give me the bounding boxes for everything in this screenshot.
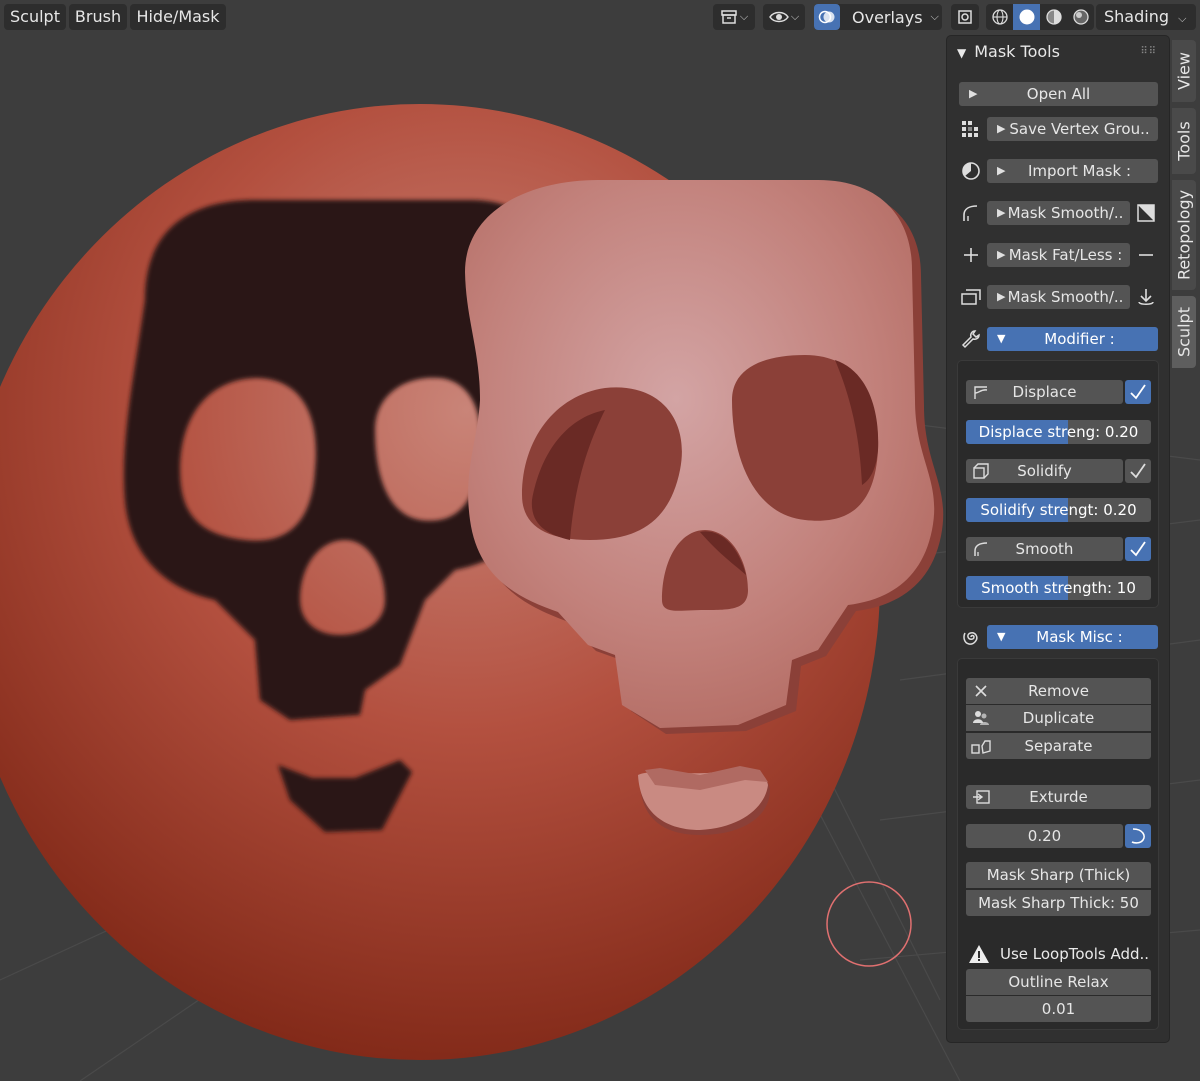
solidify-button[interactable]: Solidify — [966, 459, 1123, 483]
mask-sharp-thick-field[interactable]: Mask Sharp Thick: 50 — [966, 890, 1151, 916]
open-all-button[interactable]: ▶ Open All — [959, 82, 1158, 106]
close-icon — [969, 679, 993, 703]
checkmark-icon — [1130, 384, 1146, 400]
curve-icon — [969, 537, 993, 561]
xray-toggle-button[interactable] — [951, 4, 979, 30]
mask-fat-less-section[interactable]: ▶ Mask Fat/Less : — [987, 243, 1130, 267]
smooth-checkbox[interactable] — [1125, 537, 1151, 561]
solidify-icon — [969, 459, 993, 483]
rendered-sphere-icon — [1072, 9, 1089, 25]
object-type-visibility-button[interactable]: ⌵ — [713, 4, 755, 30]
chevron-down-icon: ⌵ — [739, 10, 749, 23]
vertex-group-icon — [959, 117, 983, 141]
curve-icon — [959, 201, 983, 225]
import-mask-section[interactable]: ▶ Import Mask : — [987, 159, 1158, 183]
mask-layer-icon — [959, 285, 983, 309]
exturde-button[interactable]: Exturde — [966, 785, 1151, 809]
shading-dropdown[interactable]: Shading ⌵ — [1096, 4, 1196, 30]
box-icon — [721, 10, 737, 24]
chevron-down-icon: ⌵ — [1178, 12, 1187, 25]
extrude-curve-toggle[interactable] — [1125, 824, 1151, 848]
spiral-icon — [959, 625, 983, 649]
modifier-section-header[interactable]: ▼ Modifier : — [987, 327, 1158, 351]
warning-icon — [969, 945, 989, 963]
tab-tools[interactable]: Tools — [1172, 108, 1196, 174]
gizmo-toggle-button[interactable]: ⌵ — [763, 4, 805, 30]
displace-button[interactable]: Displace — [966, 380, 1123, 404]
material-sphere-icon — [1045, 9, 1062, 25]
expand-triangle-icon: ▶ — [997, 290, 1006, 303]
3d-viewport[interactable]: Sculpt Brush Hide/Mask ⌵ ⌵ Overlays ⌵ Sh… — [0, 0, 1200, 1081]
save-vertex-group-section[interactable]: ▶ Save Vertex Grou.. — [987, 117, 1158, 141]
checkmark-icon — [1130, 463, 1146, 479]
displace-icon — [969, 380, 993, 404]
brush-cursor — [826, 881, 912, 967]
drag-grip-icon[interactable]: ⠿⠿ — [1140, 46, 1157, 57]
displace-checkbox[interactable] — [1125, 380, 1151, 404]
collapse-triangle-icon: ▼ — [997, 332, 1006, 345]
solidify-strength-slider[interactable]: Solidify strengt: 0.20 — [966, 498, 1151, 522]
overlays-icon — [818, 10, 835, 24]
tab-retopology[interactable]: Retopology — [1172, 180, 1196, 290]
hide-mask-menu[interactable]: Hide/Mask — [130, 4, 226, 30]
smooth-button[interactable]: Smooth — [966, 537, 1123, 561]
expand-triangle-icon: ▶ — [997, 248, 1006, 261]
overlays-toggle[interactable] — [814, 4, 840, 30]
remove-button[interactable]: Remove — [966, 678, 1151, 704]
tab-view[interactable]: View — [1172, 40, 1196, 102]
mask-sharp-thick-button[interactable]: Mask Sharp (Thick) — [966, 862, 1151, 888]
sharpen-icon[interactable] — [1134, 201, 1158, 225]
overlays-label: Overlays — [852, 7, 923, 27]
shading-mode-group — [986, 4, 1094, 30]
separate-button[interactable]: Separate — [966, 733, 1151, 759]
eye-arrow-icon — [768, 11, 789, 23]
mask-misc-section-header[interactable]: ▼ Mask Misc : — [987, 625, 1158, 649]
expand-triangle-icon: ▶ — [997, 164, 1006, 177]
collapse-triangle-icon: ▼ — [957, 46, 967, 60]
chevron-down-icon: ⌵ — [790, 10, 800, 23]
panel-title: Mask Tools — [974, 42, 1060, 61]
sculpt-menu[interactable]: Sculpt — [4, 4, 66, 30]
separate-icon — [969, 734, 993, 758]
wrench-icon — [959, 327, 983, 351]
chevron-down-icon: ⌵ — [930, 10, 939, 23]
mask-smooth-section-2[interactable]: ▶ Mask Smooth/.. — [987, 285, 1130, 309]
apply-down-icon[interactable] — [1134, 285, 1158, 309]
panel-header[interactable]: ▼ Mask Tools — [957, 42, 1060, 61]
brush-menu[interactable]: Brush — [69, 4, 127, 30]
duplicate-button[interactable]: Duplicate — [966, 705, 1151, 731]
solidify-checkbox[interactable] — [1125, 459, 1151, 483]
extrude-value-field[interactable]: 0.20 — [966, 824, 1123, 848]
displace-strength-slider[interactable]: Displace streng: 0.20 — [966, 420, 1151, 444]
wireframe-shading-button[interactable] — [986, 4, 1013, 30]
checkmark-icon — [1130, 541, 1146, 557]
mask-import-icon — [959, 159, 983, 183]
looptools-warning: Use LoopTools Add.. — [968, 942, 1158, 966]
tab-sculpt[interactable]: Sculpt — [1172, 296, 1196, 368]
expand-triangle-icon: ▶ — [997, 122, 1006, 135]
material-shading-button[interactable] — [1040, 4, 1067, 30]
xray-icon — [958, 10, 972, 24]
solid-shading-button[interactable] — [1013, 4, 1040, 30]
mask-smooth-section-1[interactable]: ▶ Mask Smooth/.. — [987, 201, 1130, 225]
expand-triangle-icon: ▶ — [969, 87, 978, 100]
curve-arc-icon — [1131, 828, 1145, 844]
expand-triangle-icon: ▶ — [997, 206, 1006, 219]
extrude-icon — [969, 785, 993, 809]
outline-relax-value-field[interactable]: 0.01 — [966, 996, 1151, 1022]
plus-icon[interactable] — [959, 243, 983, 267]
smooth-strength-slider[interactable]: Smooth strength: 10 — [966, 576, 1151, 600]
overlays-dropdown[interactable]: Overlays ⌵ — [814, 4, 942, 30]
solid-sphere-icon — [1019, 9, 1034, 25]
collapse-triangle-icon: ▼ — [997, 630, 1006, 643]
outline-relax-button[interactable]: Outline Relax — [966, 969, 1151, 995]
rendered-shading-button[interactable] — [1067, 4, 1094, 30]
minus-icon[interactable] — [1134, 243, 1158, 267]
wireframe-sphere-icon — [991, 9, 1008, 25]
users-icon — [969, 706, 993, 730]
